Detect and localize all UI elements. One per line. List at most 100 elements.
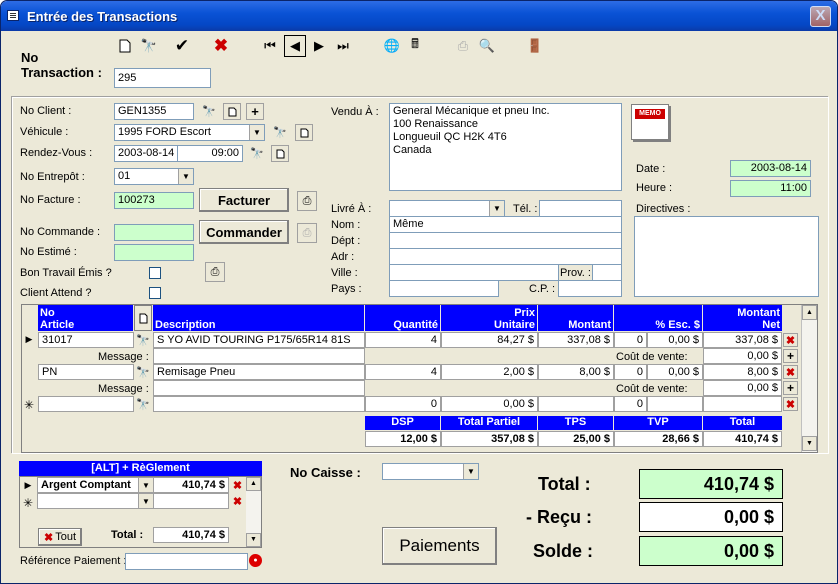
dept-field[interactable] [389, 232, 622, 249]
row1-quantite[interactable]: 4 [365, 332, 441, 348]
adr-field[interactable] [389, 248, 622, 265]
first-record-icon[interactable]: ⏮ [259, 35, 281, 57]
close-button[interactable]: X [810, 6, 831, 27]
commande-field[interactable] [114, 224, 194, 241]
client-detail-icon[interactable] [223, 103, 241, 120]
next-record-icon[interactable]: ▶ [308, 35, 330, 57]
bon-travail-checkbox[interactable] [149, 267, 161, 279]
row1-description[interactable]: S YO AVID TOURING P175/65R14 81S [153, 332, 365, 348]
last-record-icon[interactable]: ⏭ [332, 35, 354, 57]
binoculars-icon[interactable]: 🔭 [138, 35, 160, 57]
commander-button[interactable]: Commander [199, 220, 289, 244]
livre-select[interactable] [389, 200, 505, 217]
vehicule-dropdown-arrow-icon[interactable]: ▼ [249, 125, 264, 140]
row2-article[interactable]: PN [38, 364, 134, 380]
row1-find-binoculars-icon[interactable]: 🔭 [134, 332, 152, 348]
add-client-plus-icon[interactable]: + [246, 103, 264, 120]
reglement-new-dropdown-icon[interactable]: ▼ [138, 494, 153, 508]
estime-field[interactable] [114, 244, 194, 261]
exit-door-icon[interactable]: 🚪 [524, 35, 546, 57]
new-prix[interactable]: 0,00 $ [441, 396, 538, 412]
row1-esc-pct[interactable]: 0 [614, 332, 647, 348]
row1-article[interactable]: 31017 [38, 332, 134, 348]
reglement-scroll-up-icon[interactable]: ▲ [246, 477, 261, 491]
row2-find-binoculars-icon[interactable]: 🔭 [134, 364, 152, 380]
help-globe-icon[interactable]: 🌐 [381, 35, 403, 57]
reglement-new-montant[interactable] [153, 493, 229, 509]
ref-paiement-stop-icon[interactable]: ● [249, 554, 262, 567]
cancel-icon[interactable]: ✖ [210, 35, 232, 57]
facture-field[interactable]: 100273 [114, 192, 194, 209]
reglement-scrollbar[interactable]: ▲ ▼ [246, 477, 261, 547]
print-invoice-icon[interactable]: ⎙ [297, 191, 317, 211]
row1-prix[interactable]: 84,27 $ [441, 332, 538, 348]
row2-delete-icon[interactable]: ✖ [783, 365, 798, 379]
livre-dropdown-arrow-icon[interactable]: ▼ [489, 201, 504, 216]
paiements-button[interactable]: Paiements [382, 527, 497, 565]
new-article-icon[interactable] [134, 305, 152, 331]
find-vehicule-binoculars-icon[interactable]: 🔭 [271, 124, 289, 141]
row2-cout: 0,00 $ [703, 380, 782, 396]
tel-field[interactable] [539, 200, 622, 217]
row2-message[interactable] [153, 380, 365, 396]
new-description[interactable] [153, 396, 365, 412]
find-rdv-binoculars-icon[interactable]: 🔭 [248, 145, 266, 162]
rdv-date-field[interactable]: 2003-08-14 [114, 145, 178, 162]
vendu-address-box[interactable]: General Mécanique et pneu Inc. 100 Renai… [389, 103, 622, 191]
ville-field[interactable] [389, 264, 559, 281]
reglement-new-delete-icon[interactable]: ✖ [230, 494, 245, 508]
calculator-icon[interactable]: 🖩 [404, 35, 426, 57]
prov-field[interactable] [592, 264, 622, 281]
row1-message[interactable] [153, 348, 365, 364]
row1-delete-icon[interactable]: ✖ [783, 333, 798, 347]
reglement-scroll-down-icon[interactable]: ▼ [246, 533, 261, 547]
new-article[interactable] [38, 396, 134, 412]
heure-field[interactable]: 11:00 [730, 180, 811, 197]
ref-paiement-field[interactable] [125, 553, 248, 570]
new-record-icon[interactable] [114, 35, 136, 57]
row2-description[interactable]: Remisage Pneu [153, 364, 365, 380]
print-icon[interactable]: ⎙ [452, 35, 474, 57]
new-esc-pct[interactable]: 0 [614, 396, 647, 412]
caisse-dropdown-arrow-icon[interactable]: ▼ [463, 464, 478, 479]
entrepot-dropdown-arrow-icon[interactable]: ▼ [178, 169, 193, 184]
total-header: Total [703, 416, 782, 430]
grid-scrollbar[interactable]: ▲ ▼ [801, 305, 817, 452]
row2-esc-pct[interactable]: 0 [614, 364, 647, 380]
row2-prix[interactable]: 2,00 $ [441, 364, 538, 380]
reglement-mode-select[interactable]: Argent Comptant [37, 477, 153, 493]
reglement-delete-icon[interactable]: ✖ [230, 478, 245, 492]
reglement-montant[interactable]: 410,74 $ [153, 477, 229, 493]
facturer-button[interactable]: Facturer [199, 188, 289, 212]
client-field[interactable]: GEN1355 [114, 103, 194, 120]
find-client-binoculars-icon[interactable]: 🔭 [200, 103, 218, 120]
reglement-mode-dropdown-icon[interactable]: ▼ [138, 478, 153, 492]
memo-icon[interactable]: MEMO [631, 104, 669, 140]
transaction-number-field[interactable]: 295 [114, 68, 211, 88]
nom-field[interactable]: Même [389, 216, 622, 233]
scroll-up-icon[interactable]: ▲ [802, 305, 817, 320]
print-preview-icon[interactable]: 🔍 [476, 35, 498, 57]
vehicule-detail-icon[interactable] [295, 124, 313, 141]
print-order-icon[interactable]: ⎙ [297, 223, 317, 243]
date-field[interactable]: 2003-08-14 [730, 160, 811, 177]
row1-add-plus-icon[interactable]: + [783, 349, 798, 363]
vehicule-select[interactable]: 1995 FORD Escort [114, 124, 265, 141]
print-work-order-icon[interactable]: ⎙ [205, 262, 225, 282]
client-attend-checkbox[interactable] [149, 287, 161, 299]
new-delete-icon[interactable]: ✖ [783, 397, 798, 411]
new-quantite[interactable]: 0 [365, 396, 441, 412]
row2-add-plus-icon[interactable]: + [783, 381, 798, 395]
row2-quantite[interactable]: 4 [365, 364, 441, 380]
directives-field[interactable] [634, 216, 819, 297]
scroll-down-icon[interactable]: ▼ [802, 436, 817, 451]
rdv-time-field[interactable]: 09:00 [177, 145, 243, 162]
pays-field[interactable] [389, 280, 499, 297]
checkmark-icon[interactable]: ✔ [171, 35, 193, 57]
previous-record-icon[interactable]: ◀ [284, 35, 306, 57]
tout-button[interactable]: ✖ Tout [38, 528, 82, 546]
rdv-detail-icon[interactable] [271, 145, 289, 162]
new-find-binoculars-icon[interactable]: 🔭 [134, 396, 152, 412]
reglement-new-mode[interactable] [37, 493, 153, 509]
cp-field[interactable] [558, 280, 622, 297]
